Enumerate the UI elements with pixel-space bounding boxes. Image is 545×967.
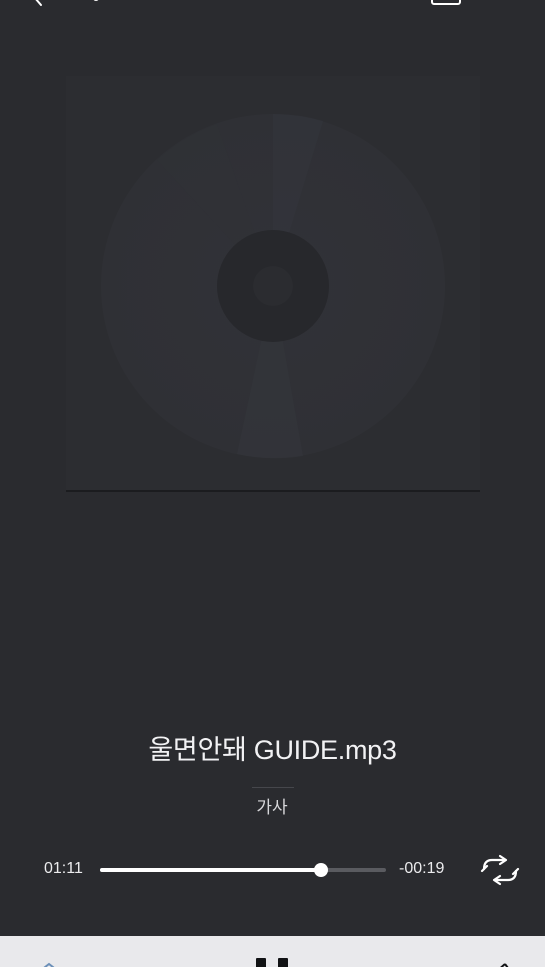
- list-icon[interactable]: [431, 0, 461, 6]
- pause-icon[interactable]: [256, 958, 290, 967]
- elapsed-time: 01:11: [44, 860, 83, 877]
- progress-thumb[interactable]: [314, 863, 329, 877]
- top-navigation-bar: [0, 0, 545, 8]
- dot-icon: [93, 0, 99, 1]
- progress-slider[interactable]: [100, 863, 386, 877]
- chevron-left-icon[interactable]: [30, 0, 46, 6]
- music-player-screen: 울면안돼 GUIDE.mp3 가사 01:11 -00:19: [0, 0, 545, 967]
- playback-controls-bar: [0, 936, 545, 967]
- remaining-time: -00:19: [399, 860, 445, 877]
- disc-icon: [101, 113, 445, 459]
- title-divider: [252, 787, 294, 788]
- previous-icon[interactable]: [38, 961, 60, 967]
- progress-fill: [100, 868, 322, 872]
- song-title: 울면안돼 GUIDE.mp3: [148, 735, 397, 765]
- next-icon[interactable]: [494, 959, 510, 967]
- repeat-icon[interactable]: [479, 851, 521, 889]
- lyrics-button[interactable]: 가사: [222, 794, 322, 822]
- album-art-divider: [66, 490, 480, 492]
